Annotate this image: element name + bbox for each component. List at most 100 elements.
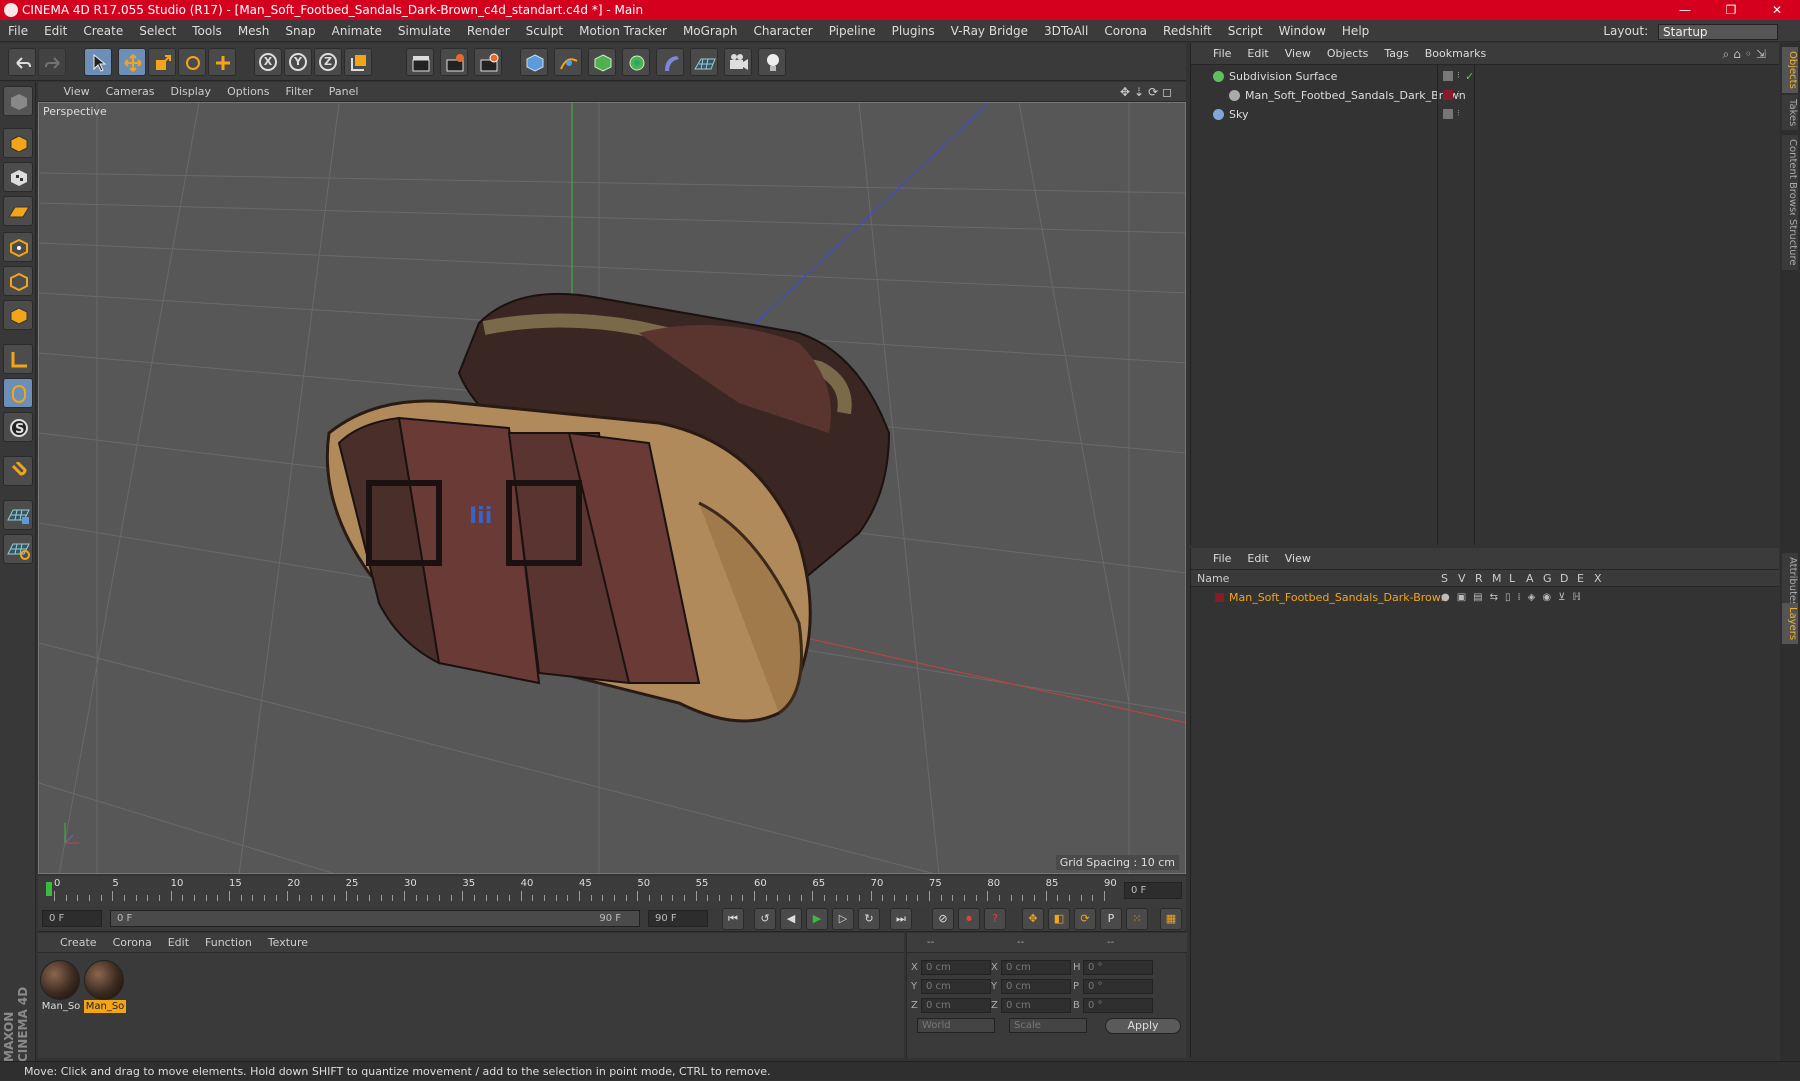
coord-field[interactable]: 0 °: [1083, 998, 1153, 1013]
menu-window[interactable]: Window: [1271, 20, 1334, 42]
layer-column-g[interactable]: G: [1543, 570, 1552, 587]
snap-button[interactable]: S: [3, 412, 33, 442]
key-rotation-button[interactable]: ⟳: [1074, 908, 1096, 930]
record-button[interactable]: ⏺: [958, 908, 980, 930]
right-tab-attributes[interactable]: Attributes: [1782, 553, 1798, 611]
camera-button[interactable]: [724, 48, 752, 76]
redo-button[interactable]: [38, 48, 66, 76]
points-mode-button[interactable]: [3, 232, 33, 262]
menu-file[interactable]: File: [0, 20, 36, 42]
select-tool-button[interactable]: [84, 48, 112, 76]
menu-mograph[interactable]: MoGraph: [675, 20, 746, 42]
floor-button[interactable]: [690, 48, 718, 76]
material-swatch-selected[interactable]: Man_So: [84, 960, 126, 1016]
current-frame-field[interactable]: 0 F: [1124, 882, 1182, 899]
key-param-button[interactable]: P: [1100, 908, 1122, 930]
menu-sculpt[interactable]: Sculpt: [518, 20, 571, 42]
subdivision-surface-button[interactable]: [588, 48, 616, 76]
menu-simulate[interactable]: Simulate: [390, 20, 459, 42]
start-frame-field[interactable]: 0 F: [42, 910, 102, 927]
previous-key-button[interactable]: ↺: [754, 908, 776, 930]
tweak-mode-button[interactable]: [3, 378, 33, 408]
layer-column-m[interactable]: M: [1492, 570, 1502, 587]
coord-field[interactable]: 0 cm: [921, 960, 991, 975]
menu-corona[interactable]: Corona: [1096, 20, 1155, 42]
coordinate-system-button[interactable]: [344, 48, 372, 76]
right-tab-content-browser[interactable]: Content Browser: [1782, 135, 1798, 227]
material-swatch[interactable]: Man_So: [40, 960, 82, 1016]
viewport-nav-icons[interactable]: ✥⇣⟳◻: [1120, 85, 1180, 99]
menu-character[interactable]: Character: [745, 20, 820, 42]
menu-animate[interactable]: Animate: [324, 20, 390, 42]
material-menu-edit[interactable]: Edit: [160, 933, 197, 953]
material-menu-corona[interactable]: Corona: [105, 933, 160, 953]
menu-create[interactable]: Create: [75, 20, 131, 42]
auto-key-button[interactable]: ?: [984, 908, 1006, 930]
layer-flag-icons[interactable]: ●▣▤⇆▯⁞◈◉⊻ℍ: [1441, 588, 1588, 607]
cube-object-button[interactable]: [520, 48, 548, 76]
size-mode-select[interactable]: Scale: [1009, 1018, 1087, 1033]
key-pla-button[interactable]: ⁙: [1126, 908, 1148, 930]
object-row[interactable]: Man_Soft_Footbed_Sandals_Dark_Brown ⁝: [1191, 86, 1779, 105]
maximize-button[interactable]: ❐: [1708, 0, 1754, 20]
edges-mode-button[interactable]: [3, 266, 33, 296]
right-tab-layers[interactable]: Layers: [1782, 603, 1798, 645]
axis-mode-button[interactable]: [3, 344, 33, 374]
coord-field[interactable]: 0 cm: [1001, 998, 1071, 1013]
viewport-menu-view[interactable]: View: [56, 82, 98, 102]
menu-plugins[interactable]: Plugins: [884, 20, 943, 42]
y-axis-button[interactable]: Y: [284, 48, 312, 76]
right-tab-structure[interactable]: Structure: [1782, 215, 1798, 270]
enabled-check-icon[interactable]: ✓: [1465, 67, 1474, 86]
layer-color-swatch[interactable]: [1215, 593, 1224, 602]
layer-tag-icon[interactable]: [1443, 109, 1453, 119]
playhead[interactable]: [46, 882, 52, 896]
layer-column-name[interactable]: Name: [1197, 570, 1229, 587]
menu-pipeline[interactable]: Pipeline: [821, 20, 884, 42]
menu-edit[interactable]: Edit: [36, 20, 75, 42]
go-to-start-button[interactable]: ⏮: [722, 908, 744, 930]
previous-frame-button[interactable]: ◀: [780, 908, 802, 930]
layer-name[interactable]: Man_Soft_Footbed_Sandals_Dark-Brown: [1229, 588, 1448, 607]
object-name[interactable]: Subdivision Surface: [1229, 67, 1337, 86]
object-menu-edit[interactable]: Edit: [1239, 43, 1276, 65]
coord-field[interactable]: 0 °: [1083, 960, 1153, 975]
viewport-menu-options[interactable]: Options: [219, 82, 277, 102]
object-row[interactable]: Subdivision Surface ⁝ ✓: [1191, 67, 1779, 86]
menu-tools[interactable]: Tools: [184, 20, 230, 42]
object-menu-objects[interactable]: Objects: [1319, 43, 1377, 65]
object-menu-view[interactable]: View: [1277, 43, 1319, 65]
undo-button[interactable]: [8, 48, 36, 76]
object-manager-tools[interactable]: ⌕⌂◦⇲: [1723, 47, 1770, 62]
layer-row[interactable]: Man_Soft_Footbed_Sandals_Dark-Brown ●▣▤⇆…: [1191, 588, 1779, 607]
coord-field[interactable]: 0 cm: [921, 979, 991, 994]
scale-tool-button[interactable]: [148, 48, 176, 76]
timeline-window-button[interactable]: ▦: [1160, 908, 1182, 930]
object-menu-bookmarks[interactable]: Bookmarks: [1417, 43, 1494, 65]
object-menu-file[interactable]: File: [1205, 43, 1239, 65]
menu-v-ray-bridge[interactable]: V-Ray Bridge: [943, 20, 1036, 42]
menu-motion-tracker[interactable]: Motion Tracker: [571, 20, 675, 42]
apply-button[interactable]: Apply: [1105, 1018, 1181, 1034]
light-button[interactable]: [758, 48, 786, 76]
pen-spline-button[interactable]: [554, 48, 582, 76]
render-picture-viewer-button[interactable]: [440, 48, 468, 76]
layer-tag-icon[interactable]: [1443, 90, 1453, 100]
close-button[interactable]: ✕: [1754, 0, 1800, 20]
viewport-menu-cameras[interactable]: Cameras: [98, 82, 163, 102]
lock-workplane-button[interactable]: [3, 500, 33, 530]
visibility-dots-icon[interactable]: ⁝: [1457, 105, 1460, 124]
render-settings-button[interactable]: [474, 48, 502, 76]
keyframe-selection-button[interactable]: ⊘: [932, 908, 954, 930]
texture-mode-button[interactable]: [3, 162, 33, 192]
right-tab-objects[interactable]: Objects: [1782, 47, 1798, 93]
go-to-end-button[interactable]: ⏭: [890, 908, 912, 930]
coord-mode-select[interactable]: World: [917, 1018, 995, 1033]
workplane-mode-button[interactable]: [3, 196, 33, 226]
viewport-menu-panel[interactable]: Panel: [321, 82, 367, 102]
coord-field[interactable]: 0 cm: [1001, 979, 1071, 994]
coord-field[interactable]: 0 cm: [1001, 960, 1071, 975]
coord-field[interactable]: 0 cm: [921, 998, 991, 1013]
material-menu-texture[interactable]: Texture: [260, 933, 316, 953]
object-name[interactable]: Sky: [1229, 105, 1248, 124]
